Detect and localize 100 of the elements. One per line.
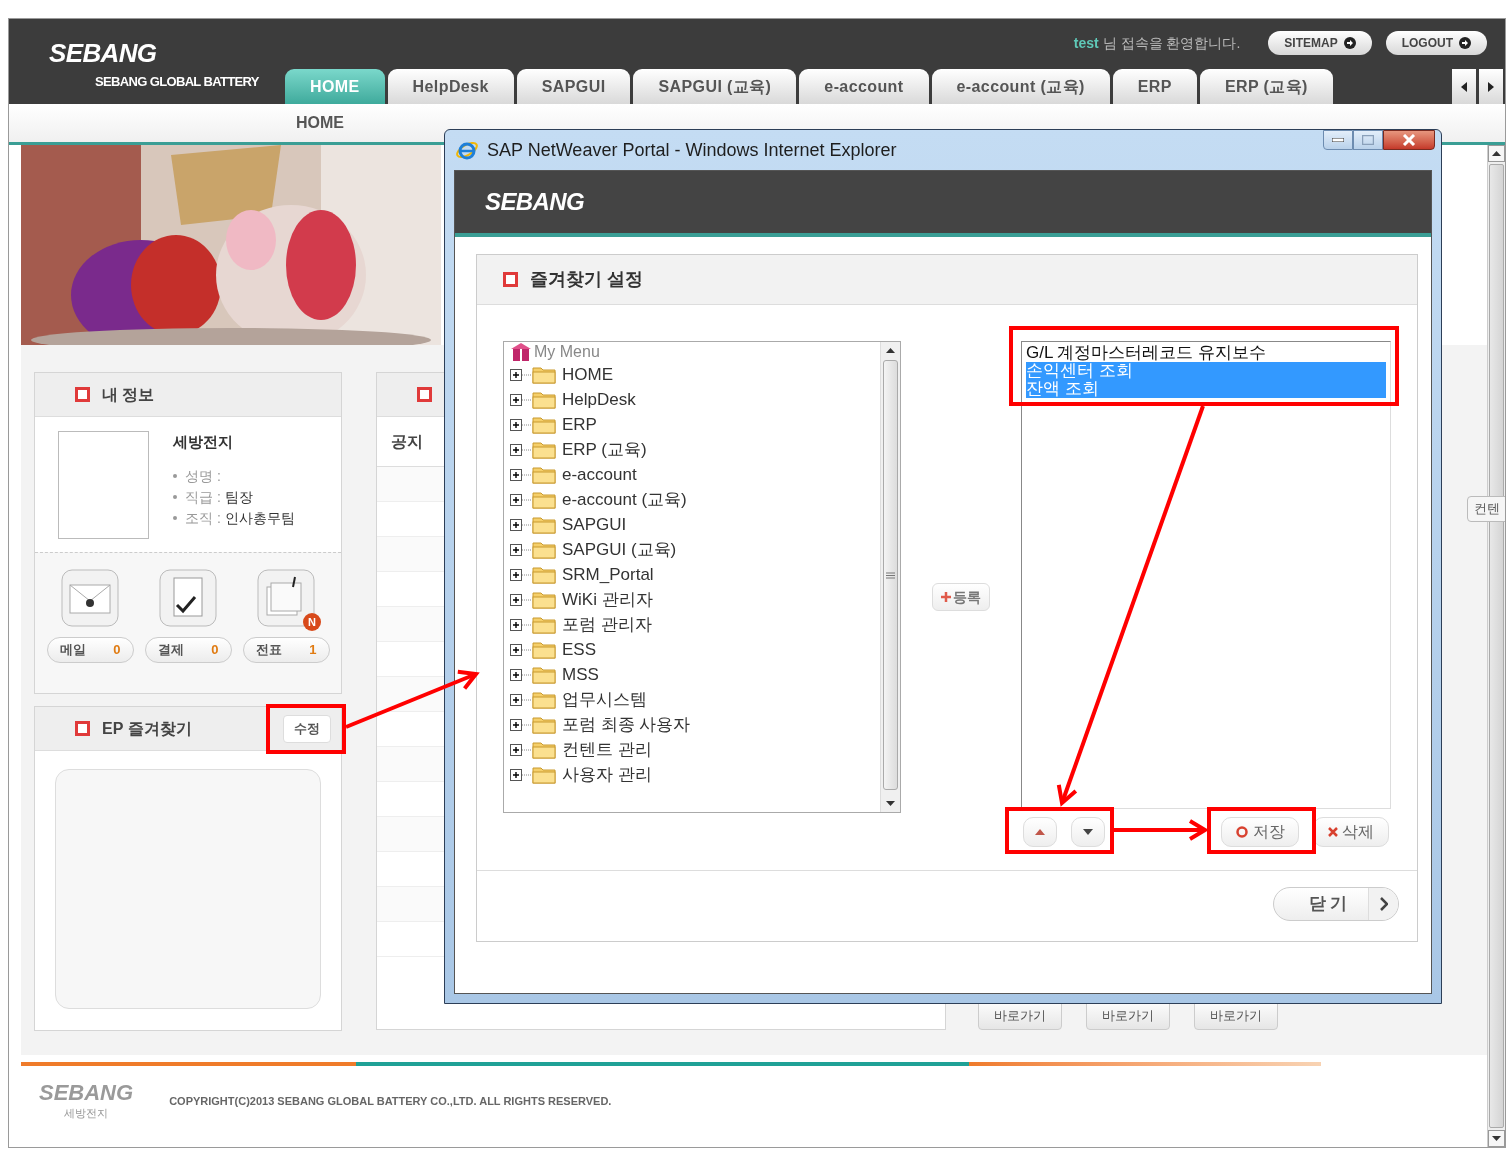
up-arrow-icon: [1035, 829, 1045, 835]
company-name: 세방전지: [173, 432, 234, 452]
tree-item[interactable]: 컨텐트 관리: [562, 736, 652, 763]
notice-tab[interactable]: 공지: [391, 429, 423, 454]
nav-tab[interactable]: e-account: [799, 69, 929, 104]
tree-item[interactable]: 업무시스템: [562, 686, 647, 713]
add-button[interactable]: 등록: [932, 583, 990, 611]
move-down-button[interactable]: [1071, 817, 1105, 847]
nav-tab[interactable]: HelpDesk: [387, 69, 514, 104]
tree-item[interactable]: HelpDesk: [562, 386, 636, 413]
nav-tab[interactable]: e-account (교육): [931, 69, 1110, 104]
expand-icon[interactable]: [510, 668, 532, 681]
expand-icon[interactable]: [510, 418, 532, 431]
expand-icon[interactable]: [510, 518, 532, 531]
folder-icon: [532, 465, 556, 484]
expand-icon[interactable]: [510, 593, 532, 606]
expand-icon[interactable]: [510, 543, 532, 556]
square-icon: [75, 721, 90, 736]
folder-icon: [532, 690, 556, 709]
expand-icon[interactable]: [510, 718, 532, 731]
expand-icon[interactable]: [510, 443, 532, 456]
grip-icon[interactable]: [886, 571, 895, 579]
tree-item[interactable]: SAPGUI: [562, 511, 627, 538]
tree-item[interactable]: SRM_Portal: [562, 561, 654, 588]
nav-tab[interactable]: ERP (교육): [1199, 69, 1333, 104]
expand-icon[interactable]: [510, 643, 532, 656]
expand-icon[interactable]: [510, 768, 532, 781]
square-icon: [75, 387, 90, 402]
folder-icon: [532, 490, 556, 509]
delete-button[interactable]: 삭제: [1313, 817, 1389, 847]
edit-button[interactable]: 수정: [283, 714, 331, 743]
down-arrow-icon: [1083, 829, 1093, 835]
tree-item[interactable]: ERP: [562, 411, 597, 438]
expand-icon[interactable]: [510, 618, 532, 631]
expand-icon[interactable]: [510, 568, 532, 581]
sitemap-button[interactable]: SITEMAP: [1268, 31, 1372, 55]
folder-icon: [532, 665, 556, 684]
tree-item[interactable]: ESS: [562, 636, 597, 663]
logo: SEBANG: [49, 39, 158, 67]
folder-icon: [532, 390, 556, 409]
nav-tab[interactable]: ERP: [1112, 69, 1197, 104]
breadcrumb: HOME: [296, 113, 344, 133]
folder-icon: [532, 540, 556, 559]
plus-icon: [941, 592, 951, 602]
expand-icon[interactable]: [510, 468, 532, 481]
move-up-button[interactable]: [1023, 817, 1057, 847]
tree-item[interactable]: e-account (교육): [562, 486, 687, 513]
tree-root[interactable]: My Menu: [534, 342, 600, 364]
expand-icon[interactable]: [510, 493, 532, 506]
tree-item[interactable]: e-account: [562, 461, 637, 488]
tree-item[interactable]: ERP (교육): [562, 436, 647, 463]
minimize-button[interactable]: [1323, 130, 1353, 150]
document-check-icon[interactable]: [159, 569, 217, 627]
paper-stack-icon[interactable]: [257, 569, 315, 627]
folder-icon: [532, 740, 556, 759]
bullet-icon: [173, 516, 177, 520]
side-tab[interactable]: 컨텐: [1467, 496, 1505, 522]
expand-icon[interactable]: [510, 393, 532, 406]
logo: SEBANG: [485, 187, 585, 217]
info-field: 성명 :: [185, 465, 221, 487]
footer-logo: SEBANG: [39, 1080, 134, 1105]
bullet-icon: [173, 495, 177, 499]
expand-icon[interactable]: [510, 743, 532, 756]
nav-tab[interactable]: SAPGUI: [516, 69, 631, 104]
tree-item[interactable]: 사용자 관리: [562, 761, 652, 788]
scrollbar[interactable]: [880, 342, 900, 812]
tree-item[interactable]: MSS: [562, 661, 599, 688]
company-name: SEBANG GLOBAL BATTERY: [94, 73, 260, 91]
save-button[interactable]: 저장: [1221, 817, 1299, 847]
arrow-icon: [1459, 37, 1471, 49]
shortcut-button[interactable]: 메일 0: [46, 637, 134, 663]
scroll-up-icon[interactable]: [1488, 145, 1505, 162]
logout-button[interactable]: LOGOUT: [1385, 31, 1487, 55]
scroll-left-button[interactable]: [1452, 69, 1476, 104]
arrow-icon: [1343, 37, 1356, 49]
new-badge: N: [303, 613, 321, 631]
tree-item[interactable]: HOME: [562, 361, 613, 388]
tree-item[interactable]: SAPGUI (교육): [562, 536, 677, 563]
gift-box-icon: [510, 342, 532, 362]
panel-title: EP 즐겨찾기: [102, 718, 192, 739]
shortcut-button[interactable]: 전표 1: [242, 637, 330, 663]
tree-item[interactable]: 포럼 관리자: [562, 611, 652, 638]
maximize-button[interactable]: [1353, 130, 1383, 150]
scroll-right-button[interactable]: [1479, 69, 1503, 104]
welcome-message: test 님 접속을 환영합니다.: [1073, 33, 1241, 53]
list-item[interactable]: G/L 계정마스터레코드 유지보수: [1026, 344, 1386, 362]
close-icon: [1402, 134, 1416, 146]
expand-icon[interactable]: [510, 693, 532, 706]
folder-icon: [532, 765, 556, 784]
shortcut-button[interactable]: 결제 0: [144, 637, 232, 663]
tree-item[interactable]: WiKi 관리자: [562, 586, 653, 613]
maximize-icon: [1362, 135, 1374, 145]
info-field: 조직 : 인사총무팀: [185, 507, 295, 529]
scroll-down-icon[interactable]: [1488, 1130, 1505, 1147]
nav-tab[interactable]: SAPGUI (교육): [633, 69, 797, 104]
expand-icon[interactable]: [510, 368, 532, 381]
close-button[interactable]: [1383, 130, 1435, 150]
tree-item[interactable]: 포럼 최종 사용자: [562, 711, 691, 738]
close-dialog-button[interactable]: 닫 기: [1273, 887, 1399, 921]
folder-icon: [532, 515, 556, 534]
